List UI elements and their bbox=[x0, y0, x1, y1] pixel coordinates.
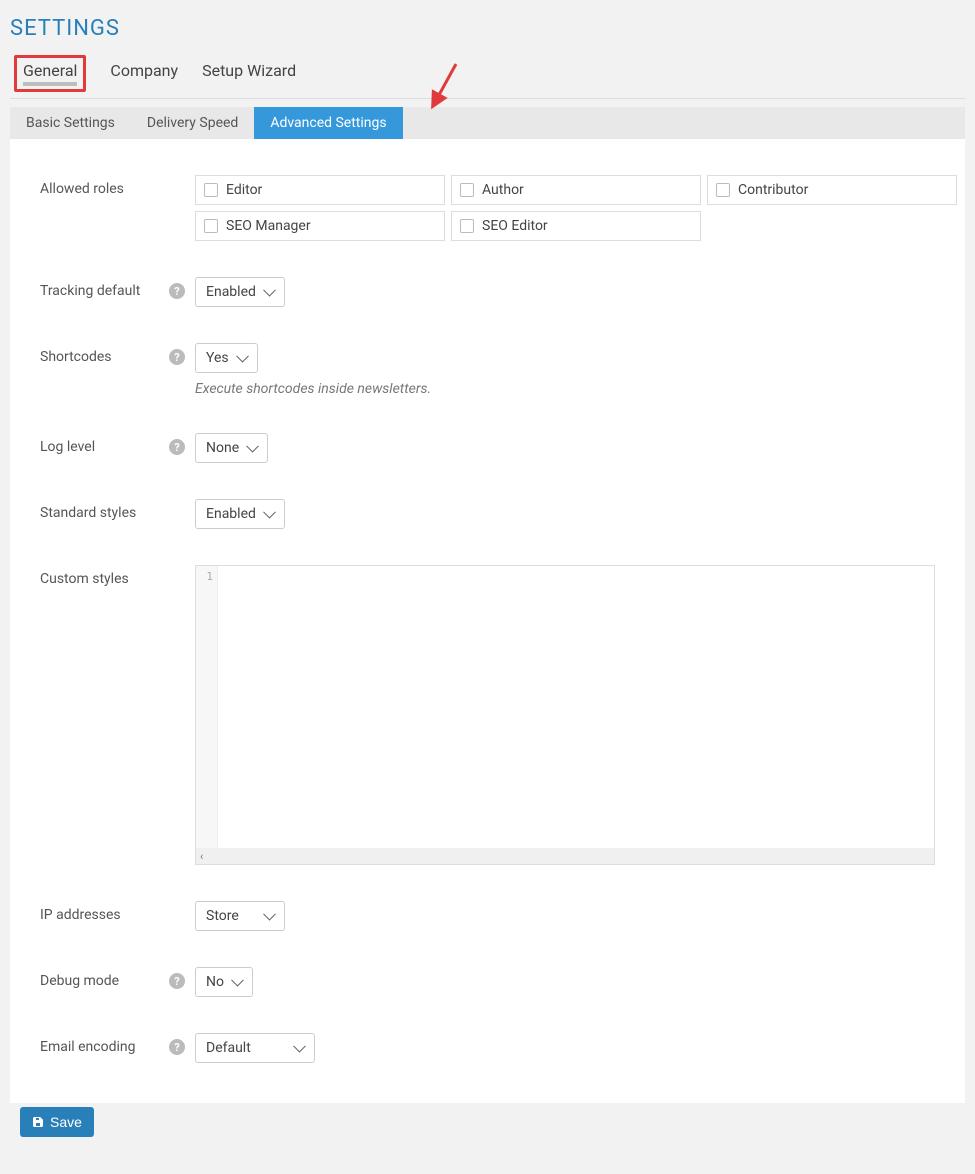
select-tracking-default[interactable]: Enabled bbox=[195, 277, 285, 307]
subtab-advanced-settings[interactable]: Advanced Settings bbox=[254, 107, 402, 139]
help-icon[interactable]: ? bbox=[169, 1039, 185, 1055]
role-editor[interactable]: Editor bbox=[195, 175, 445, 205]
checkbox-icon bbox=[204, 219, 218, 233]
editor-hscroll[interactable]: ‹ bbox=[196, 848, 934, 864]
checkbox-icon bbox=[460, 183, 474, 197]
role-author[interactable]: Author bbox=[451, 175, 701, 205]
select-email-encoding[interactable]: Default bbox=[195, 1033, 315, 1063]
select-tracking-default-value: Enabled bbox=[206, 284, 256, 300]
chevron-left-icon[interactable]: ‹ bbox=[200, 850, 203, 863]
editor-gutter: 1 bbox=[196, 566, 218, 848]
page-title: SETTINGS bbox=[10, 16, 965, 41]
label-allowed-roles: Allowed roles bbox=[40, 175, 195, 197]
role-seo-editor-label: SEO Editor bbox=[482, 218, 548, 234]
select-shortcodes[interactable]: Yes bbox=[195, 343, 258, 373]
role-contributor-label: Contributor bbox=[738, 182, 808, 198]
label-ip-addresses: IP addresses bbox=[40, 907, 121, 923]
select-log-level-value: None bbox=[206, 440, 239, 456]
help-icon[interactable]: ? bbox=[169, 973, 185, 989]
editor-code-area[interactable] bbox=[218, 566, 934, 848]
select-standard-styles-value: Enabled bbox=[206, 506, 256, 522]
role-contributor[interactable]: Contributor bbox=[707, 175, 957, 205]
help-icon[interactable]: ? bbox=[169, 439, 185, 455]
label-standard-styles: Standard styles bbox=[40, 505, 136, 521]
role-author-label: Author bbox=[482, 182, 524, 198]
subtab-delivery-speed[interactable]: Delivery Speed bbox=[131, 107, 254, 139]
main-tabs: General Company Setup Wizard bbox=[10, 55, 965, 99]
role-seo-manager-label: SEO Manager bbox=[226, 218, 311, 234]
role-seo-manager[interactable]: SEO Manager bbox=[195, 211, 445, 241]
checkbox-icon bbox=[460, 219, 474, 233]
role-seo-editor[interactable]: SEO Editor bbox=[451, 211, 701, 241]
label-email-encoding: Email encoding bbox=[40, 1039, 136, 1055]
select-debug-mode-value: No bbox=[206, 974, 224, 990]
label-log-level: Log level bbox=[40, 439, 95, 455]
label-tracking-default: Tracking default bbox=[40, 283, 140, 299]
save-icon bbox=[32, 1116, 44, 1128]
select-log-level[interactable]: None bbox=[195, 433, 268, 463]
editor-line-number: 1 bbox=[196, 570, 213, 583]
help-icon[interactable]: ? bbox=[169, 283, 185, 299]
save-button-label: Save bbox=[50, 1114, 82, 1130]
label-shortcodes: Shortcodes bbox=[40, 349, 112, 365]
help-text-shortcodes: Execute shortcodes inside newsletters. bbox=[195, 381, 935, 397]
role-editor-label: Editor bbox=[226, 182, 262, 198]
select-email-encoding-value: Default bbox=[206, 1040, 251, 1056]
tab-company[interactable]: Company bbox=[110, 55, 178, 98]
checkbox-icon bbox=[716, 183, 730, 197]
save-button[interactable]: Save bbox=[20, 1107, 94, 1137]
label-custom-styles: Custom styles bbox=[40, 571, 129, 587]
checkbox-icon bbox=[204, 183, 218, 197]
subtab-basic-settings[interactable]: Basic Settings bbox=[10, 107, 131, 139]
sub-tabs: Basic Settings Delivery Speed Advanced S… bbox=[10, 107, 965, 139]
select-standard-styles[interactable]: Enabled bbox=[195, 499, 285, 529]
select-ip-addresses-value: Store bbox=[206, 908, 239, 924]
select-ip-addresses[interactable]: Store bbox=[195, 901, 285, 931]
tab-setup-wizard[interactable]: Setup Wizard bbox=[202, 55, 296, 98]
select-shortcodes-value: Yes bbox=[206, 350, 229, 366]
tab-general-label: General bbox=[23, 61, 77, 80]
tab-general[interactable]: General bbox=[14, 55, 86, 92]
select-debug-mode[interactable]: No bbox=[195, 967, 253, 997]
label-debug-mode: Debug mode bbox=[40, 973, 119, 989]
custom-styles-editor[interactable]: 1 ‹ bbox=[195, 565, 935, 865]
content-panel: Basic Settings Delivery Speed Advanced S… bbox=[10, 107, 965, 1103]
help-icon[interactable]: ? bbox=[169, 349, 185, 365]
